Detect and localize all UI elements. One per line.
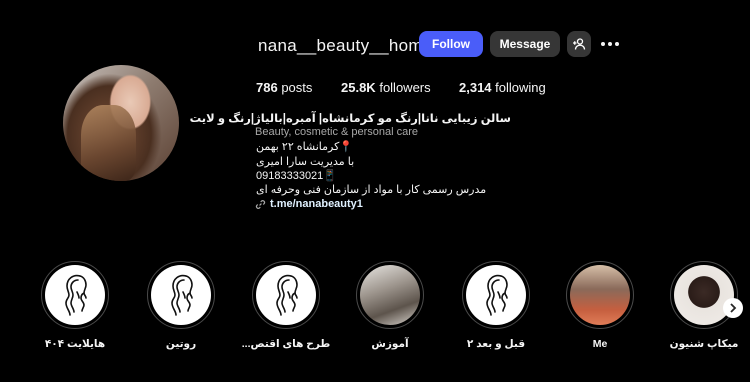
highlight-ring <box>41 261 109 329</box>
bio-manager: با مدیریت سارا امیری <box>256 156 355 168</box>
bio-link[interactable]: t.me/nanabeauty1 <box>255 198 363 210</box>
highlight-ring <box>670 261 738 329</box>
follow-button[interactable]: Follow <box>419 31 483 57</box>
highlight-label: قبل و بعد ۲ <box>466 338 526 350</box>
followers-label: followers <box>379 80 431 95</box>
highlight-item[interactable]: روتین <box>141 261 221 350</box>
highlight-cover-image <box>570 265 630 325</box>
following-count: 2,314 <box>459 80 492 95</box>
bio-link-text: t.me/nanabeauty1 <box>270 198 363 210</box>
posts-label: posts <box>281 80 313 95</box>
add-user-button[interactable] <box>567 31 591 57</box>
bio-category: Beauty, cosmetic & personal care <box>255 126 419 138</box>
posts-stat: 786 posts <box>256 80 312 95</box>
highlight-ring <box>356 261 424 329</box>
bio-instructor: مدرس رسمی کار با مواد از سازمان فنی وحرف… <box>256 184 487 196</box>
woman-silhouette-icon <box>466 265 526 325</box>
highlight-label: آموزش <box>371 338 409 350</box>
highlight-label: میکاپ شنیون <box>669 338 739 350</box>
highlight-item[interactable]: هایلایت ۴۰۴ <box>35 261 115 350</box>
highlight-cover-image <box>360 265 420 325</box>
highlight-label: Me <box>592 338 608 350</box>
woman-silhouette-icon <box>256 265 316 325</box>
link-icon <box>255 199 266 209</box>
highlight-item[interactable]: آموزش <box>350 261 430 350</box>
profile-username: nana__beauty__home <box>258 36 433 55</box>
profile-avatar[interactable] <box>63 65 179 181</box>
bio-location: 📍کرمانشاه ۲۲ بهمن <box>256 141 354 153</box>
highlight-ring <box>147 261 215 329</box>
followers-stat[interactable]: 25.8K followers <box>341 80 431 95</box>
highlight-label: روتین <box>165 338 197 350</box>
bio-phone: 09183333021📱 <box>256 170 337 182</box>
woman-silhouette-icon <box>151 265 211 325</box>
highlight-label: هایلایت ۴۰۴ <box>44 338 106 350</box>
highlight-cover-image <box>674 265 734 325</box>
chevron-right-icon <box>730 303 737 313</box>
highlight-ring <box>462 261 530 329</box>
highlights-next-button[interactable] <box>723 298 743 318</box>
woman-silhouette-icon <box>45 265 105 325</box>
following-stat[interactable]: 2,314 following <box>459 80 546 95</box>
highlight-label: طرح های اقتص... <box>241 338 331 350</box>
highlight-ring <box>252 261 320 329</box>
highlight-item[interactable]: طرح های اقتص... <box>242 261 330 350</box>
following-label: following <box>495 80 546 95</box>
highlight-item[interactable]: Me <box>560 261 640 350</box>
bio-name: سالن زیبایی نانا|رنگ مو کرمانشاه| آمبره|… <box>189 113 511 125</box>
posts-count: 786 <box>256 80 278 95</box>
followers-count: 25.8K <box>341 80 376 95</box>
message-button[interactable]: Message <box>490 31 560 57</box>
highlight-item[interactable]: قبل و بعد ۲ <box>456 261 536 350</box>
person-add-icon <box>573 38 586 50</box>
highlight-ring <box>566 261 634 329</box>
more-options-button[interactable] <box>601 37 621 51</box>
more-horizontal-icon <box>601 42 605 46</box>
